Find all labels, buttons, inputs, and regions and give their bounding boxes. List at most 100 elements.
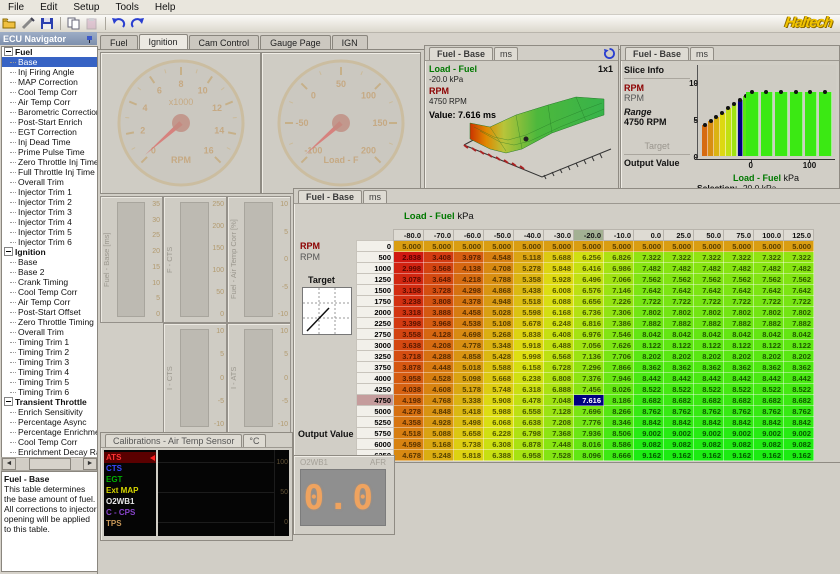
- table-cell[interactable]: 7.322: [694, 252, 724, 263]
- table-cell[interactable]: 3.238: [394, 296, 424, 307]
- tree-item-enrich-sensitivity[interactable]: Enrich Sensitivity: [2, 407, 97, 417]
- table-cell[interactable]: 8.522: [694, 384, 724, 395]
- channel-cts[interactable]: CTS: [104, 463, 156, 474]
- table-cell[interactable]: 4.768: [424, 395, 454, 406]
- col-header-50.0[interactable]: 50.0: [694, 230, 724, 241]
- table-cell[interactable]: 8.762: [724, 406, 754, 417]
- tree-item-enrichment-decay-rat[interactable]: Enrichment Decay Rat: [2, 447, 97, 457]
- col-header-25.0[interactable]: 25.0: [664, 230, 694, 241]
- table-cell[interactable]: 7.642: [754, 285, 784, 296]
- table-cell[interactable]: 9.162: [724, 450, 754, 461]
- table-cell[interactable]: 5.418: [454, 406, 484, 417]
- table-cell[interactable]: 7.322: [634, 252, 664, 263]
- tree-item-post-start-enrich[interactable]: Post-Start Enrich: [2, 117, 97, 127]
- table-cell[interactable]: 8.762: [784, 406, 814, 417]
- table-cell[interactable]: 7.802: [754, 307, 784, 318]
- redo-icon[interactable]: [129, 17, 146, 31]
- table-cell[interactable]: 9.082: [634, 439, 664, 450]
- row-header-2750[interactable]: 2750: [357, 329, 394, 340]
- table-cell[interactable]: 6.808: [544, 373, 574, 384]
- slice-tab-ms[interactable]: ms: [690, 47, 714, 60]
- table-cell[interactable]: 7.642: [664, 285, 694, 296]
- tree-item-overall-trim[interactable]: Overall Trim: [2, 327, 97, 337]
- table-cell[interactable]: 9.162: [664, 450, 694, 461]
- table-cell[interactable]: 3.638: [394, 340, 424, 351]
- table-cell[interactable]: 8.842: [754, 417, 784, 428]
- row-header-5750[interactable]: 5750: [357, 428, 394, 439]
- table-cell[interactable]: 8.042: [694, 329, 724, 340]
- table-cell[interactable]: 5.000: [424, 241, 454, 252]
- connect-icon[interactable]: [20, 17, 37, 31]
- table-cell[interactable]: 4.278: [394, 406, 424, 417]
- table-cell[interactable]: 5.518: [514, 296, 544, 307]
- table-cell[interactable]: 6.416: [574, 263, 604, 274]
- table-cell[interactable]: 9.002: [664, 428, 694, 439]
- table-cell[interactable]: 6.228: [484, 428, 514, 439]
- row-header-3750[interactable]: 3750: [357, 362, 394, 373]
- table-cell[interactable]: 8.506: [604, 428, 634, 439]
- table-cell[interactable]: 6.638: [514, 417, 544, 428]
- table-cell[interactable]: 7.482: [694, 263, 724, 274]
- page-tab-ignition[interactable]: Ignition: [139, 34, 188, 50]
- table-cell[interactable]: 7.642: [634, 285, 664, 296]
- tree-item-timing-trim-3[interactable]: Timing Trim 3: [2, 357, 97, 367]
- table-cell[interactable]: 7.946: [604, 373, 634, 384]
- table-cell[interactable]: 5.278: [514, 263, 544, 274]
- slice-bar-125[interactable]: [819, 92, 832, 156]
- table-cell[interactable]: 6.958: [514, 450, 544, 461]
- table-cell[interactable]: 7.368: [544, 428, 574, 439]
- table-cell[interactable]: 3.888: [424, 307, 454, 318]
- table-cell[interactable]: 7.562: [724, 274, 754, 285]
- table-tab-ms[interactable]: ms: [363, 190, 387, 203]
- table-cell[interactable]: 5.928: [544, 274, 574, 285]
- table-cell[interactable]: 5.588: [484, 362, 514, 373]
- table-cell[interactable]: 7.882: [634, 318, 664, 329]
- table-cell[interactable]: 8.442: [664, 373, 694, 384]
- table-cell[interactable]: 3.568: [424, 263, 454, 274]
- table-cell[interactable]: 7.802: [664, 307, 694, 318]
- table-cell[interactable]: 8.042: [754, 329, 784, 340]
- tree-item-timing-trim-1[interactable]: Timing Trim 1: [2, 337, 97, 347]
- table-cell[interactable]: 6.568: [544, 351, 574, 362]
- table-cell[interactable]: 7.882: [694, 318, 724, 329]
- table-cell[interactable]: 7.562: [784, 274, 814, 285]
- table-cell[interactable]: 6.888: [544, 384, 574, 395]
- table-cell[interactable]: 6.068: [484, 417, 514, 428]
- table-cell[interactable]: 6.576: [574, 285, 604, 296]
- table-cell[interactable]: 5.248: [424, 450, 454, 461]
- slice-bar--20[interactable]: [738, 100, 744, 156]
- table-cell[interactable]: 8.442: [694, 373, 724, 384]
- table-cell[interactable]: 5.000: [574, 241, 604, 252]
- table-cell[interactable]: 9.162: [754, 450, 784, 461]
- table-cell[interactable]: 4.848: [424, 406, 454, 417]
- table-cell[interactable]: 3.158: [394, 285, 424, 296]
- table-cell[interactable]: 7.482: [664, 263, 694, 274]
- table-cell[interactable]: 9.162: [634, 450, 664, 461]
- table-cell[interactable]: 9.162: [784, 450, 814, 461]
- table-cell[interactable]: 8.186: [604, 395, 634, 406]
- table-cell[interactable]: 4.458: [454, 307, 484, 318]
- table-cell[interactable]: 7.706: [604, 351, 634, 362]
- table-cell[interactable]: 4.858: [454, 351, 484, 362]
- row-header-1250[interactable]: 1250: [357, 274, 394, 285]
- table-cell[interactable]: 9.002: [724, 428, 754, 439]
- table-cell[interactable]: 8.682: [724, 395, 754, 406]
- table-cell[interactable]: 8.122: [664, 340, 694, 351]
- table-cell[interactable]: 5.168: [424, 439, 454, 450]
- table-cell[interactable]: 8.522: [724, 384, 754, 395]
- table-cell[interactable]: 7.722: [694, 296, 724, 307]
- col-header-75.0[interactable]: 75.0: [724, 230, 754, 241]
- table-cell[interactable]: 8.122: [754, 340, 784, 351]
- col-header--70.0[interactable]: -70.0: [424, 230, 454, 241]
- table-cell[interactable]: 4.528: [424, 373, 454, 384]
- row-header-1500[interactable]: 1500: [357, 285, 394, 296]
- table-cell[interactable]: 4.358: [394, 417, 424, 428]
- tree-section-fuel[interactable]: Fuel: [2, 47, 97, 57]
- tree-item-egt-correction[interactable]: EGT Correction: [2, 127, 97, 137]
- table-cell[interactable]: 7.482: [724, 263, 754, 274]
- channel-ats[interactable]: ATS: [104, 452, 156, 463]
- scroll-left-button[interactable]: ◄: [2, 458, 16, 470]
- menu-setup[interactable]: Setup: [65, 2, 107, 13]
- table-cell[interactable]: 7.696: [574, 406, 604, 417]
- table-cell[interactable]: 9.082: [754, 439, 784, 450]
